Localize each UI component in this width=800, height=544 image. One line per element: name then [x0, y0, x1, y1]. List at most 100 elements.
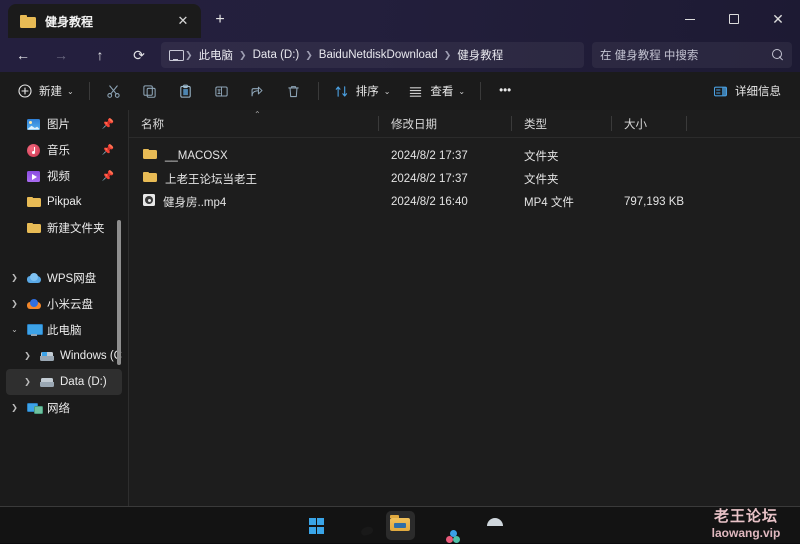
music-icon [23, 143, 44, 157]
scissors-icon [106, 84, 121, 99]
close-icon[interactable]: ✕ [171, 9, 195, 33]
row-name-cell[interactable]: 健身房..mp4 [129, 194, 379, 210]
close-button[interactable]: ✕ [756, 0, 800, 38]
watermark-line-2: laowang.vip [711, 525, 781, 540]
navigation-bar: ← → ↑ ⟳ ❯ 此电脑 ❯ Data (D:) ❯ BaiduNetdisk… [0, 38, 800, 72]
minimize-button[interactable] [668, 0, 712, 38]
back-button[interactable]: ← [10, 43, 36, 67]
pictures-icon [23, 118, 44, 130]
breadcrumb-item-current-folder[interactable]: 健身教程 [452, 45, 508, 65]
folder-icon [20, 14, 36, 28]
more-options-button[interactable]: ••• [488, 77, 522, 105]
up-button[interactable]: ↑ [87, 43, 113, 67]
sidebar-item-3[interactable]: 音乐 📌 [6, 137, 122, 163]
mi-cloud-icon [23, 299, 44, 309]
pin-icon[interactable]: 📌 [102, 171, 114, 182]
videos-icon [23, 170, 44, 182]
this-pc-icon [23, 324, 44, 336]
maximize-button[interactable] [712, 0, 756, 38]
sort-icon [334, 84, 349, 99]
chevron-icon[interactable]: ❯ [6, 274, 23, 282]
sidebar-item-10[interactable]: ❯ Windows (C:) [6, 343, 122, 369]
row-name-cell[interactable]: 上老王论坛当老王 [129, 171, 379, 187]
refresh-button[interactable]: ⟳ [126, 43, 152, 67]
folder-icon [23, 196, 44, 208]
sidebar-item-4[interactable]: 视频 📌 [6, 163, 122, 189]
pin-icon[interactable]: 📌 [102, 145, 114, 156]
sidebar-item-2[interactable]: 图片 📌 [6, 111, 122, 137]
column-header-date[interactable]: 修改日期 [379, 110, 512, 138]
search-input[interactable]: 在 健身教程 中搜索 [592, 42, 792, 68]
sidebar-item-label: 小米云盘 [47, 299, 93, 311]
new-button-label: 新建 [39, 86, 62, 98]
pin-icon[interactable]: 📌 [102, 119, 114, 130]
view-list-icon [408, 84, 423, 99]
chevron-icon[interactable]: ⌄ [6, 326, 23, 334]
share-button[interactable] [241, 77, 275, 105]
drive-windows-icon [36, 351, 57, 362]
rename-icon [214, 84, 229, 99]
sidebar-item-12[interactable]: ❯ 网络 [6, 395, 122, 421]
delete-button[interactable] [277, 77, 311, 105]
rename-button[interactable] [205, 77, 239, 105]
breadcrumb-item-baidunetdiskdownload[interactable]: BaiduNetdiskDownload [314, 47, 443, 63]
explorer-body: 下载📌文档📌图片📌音乐📌视频📌Pikpak新建文件夹❯WPS网盘❯小米云盘⌄此电… [0, 110, 800, 506]
column-header-type[interactable]: 类型 [512, 110, 612, 138]
chevron-icon[interactable]: ❯ [6, 404, 23, 412]
column-header-size[interactable]: 大小 [612, 110, 687, 138]
row-type-cell: 文件夹 [524, 150, 559, 163]
cloud-icon [23, 273, 44, 283]
tab-label: 健身教程 [45, 14, 94, 29]
table-row[interactable]: __MACOSX 2024/8/2 17:37 文件夹 [129, 144, 800, 167]
new-tab-button[interactable]: + [207, 8, 233, 32]
paste-button[interactable] [169, 77, 203, 105]
sort-button[interactable]: 排序 ⌄ [326, 77, 399, 105]
view-button[interactable]: 查看 ⌄ [400, 77, 473, 105]
edge-button[interactable] [344, 511, 373, 540]
row-size-cell: 797,193 KB [624, 195, 685, 208]
title-bar: 健身教程 ✕ + ✕ [0, 0, 800, 38]
table-row[interactable]: 上老王论坛当老王 2024/8/2 17:37 文件夹 [129, 167, 800, 190]
navigation-pane: 下载📌文档📌图片📌音乐📌视频📌Pikpak新建文件夹❯WPS网盘❯小米云盘⌄此电… [0, 110, 128, 506]
taskbar-icons [0, 507, 800, 544]
row-name-cell[interactable]: __MACOSX [129, 148, 379, 163]
details-pane-button[interactable]: 详细信息 [705, 77, 789, 105]
paste-icon [178, 84, 193, 99]
close-icon: ✕ [772, 11, 784, 27]
chevron-icon[interactable]: ❯ [19, 352, 36, 360]
sidebar-item-6[interactable]: 新建文件夹 [6, 215, 122, 241]
sidebar-scrollbar[interactable] [117, 220, 121, 365]
breadcrumb-item-this-pc[interactable]: 此电脑 [194, 45, 239, 65]
column-header-name[interactable]: 名称 ⌃ [129, 110, 379, 138]
explorer-button[interactable] [385, 511, 415, 540]
folder-icon [143, 171, 157, 186]
chevron-icon[interactable]: ❯ [6, 300, 23, 308]
cloud-app-button[interactable] [428, 511, 460, 543]
breadcrumb-item-data-d[interactable]: Data (D:) [248, 47, 305, 63]
sidebar-item-label: WPS网盘 [47, 273, 97, 285]
sidebar-item-9[interactable]: ⌄ 此电脑 [6, 317, 122, 343]
sidebar-item-7[interactable]: ❯ WPS网盘 [6, 265, 122, 291]
view-button-label: 查看 [430, 86, 454, 98]
forward-button[interactable]: → [48, 43, 74, 67]
sidebar-item-8[interactable]: ❯ 小米云盘 [6, 291, 122, 317]
sidebar-item-11[interactable]: ❯ Data (D:) [6, 369, 122, 395]
chevron-icon[interactable]: ❯ [19, 378, 36, 386]
cut-button[interactable] [97, 77, 131, 105]
account-button[interactable] [470, 511, 499, 540]
breadcrumb[interactable]: ❯ 此电脑 ❯ Data (D:) ❯ BaiduNetdiskDownload… [161, 42, 584, 68]
row-name-label: __MACOSX [165, 149, 228, 162]
tab-jianshen-jiaocheng[interactable]: 健身教程 ✕ [8, 4, 201, 38]
copy-button[interactable] [133, 77, 167, 105]
row-name-label: 上老王论坛当老王 [165, 173, 257, 186]
search-icon [772, 49, 784, 61]
command-bar: 新建 ⌄ 排序 ⌄ 查看 ⌄ ••• 详细信息 [0, 72, 800, 110]
column-divider[interactable] [686, 115, 687, 131]
column-headers: 名称 ⌃ 修改日期 类型 大小 [129, 110, 800, 138]
sidebar-item-5[interactable]: Pikpak [6, 189, 122, 215]
table-row[interactable]: 健身房..mp4 2024/8/2 16:40 MP4 文件 797,193 KB [129, 190, 800, 213]
row-type-cell: 文件夹 [524, 173, 559, 186]
watermark: 老王论坛 laowang.vip [700, 506, 792, 543]
start-button[interactable] [302, 511, 331, 540]
new-button[interactable]: 新建 ⌄ [10, 77, 82, 105]
